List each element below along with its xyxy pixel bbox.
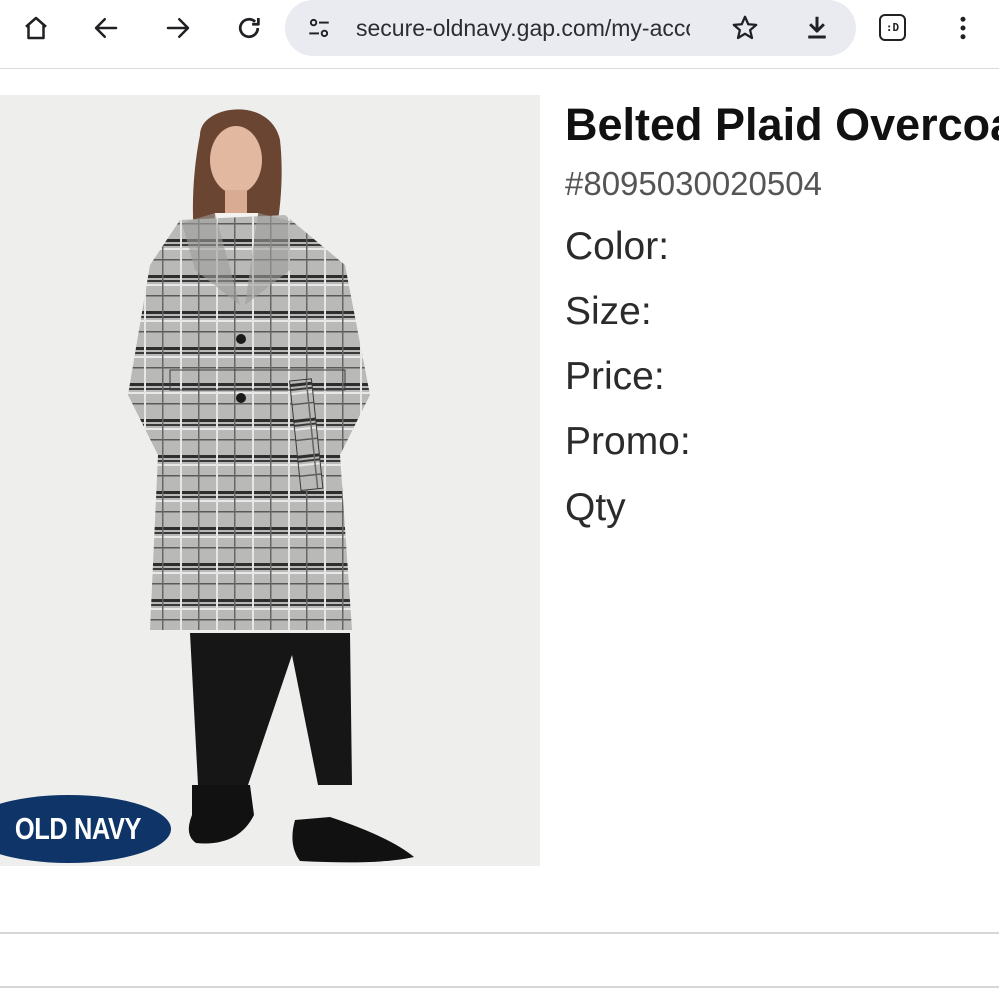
site-settings-button[interactable] (305, 14, 333, 42)
omnibox[interactable]: secure-oldnavy.gap.com/my-account (285, 0, 856, 56)
brand-logo-text: OLD NAVY (14, 811, 141, 846)
bookmark-button[interactable] (723, 6, 767, 50)
promo-label: Promo: (565, 420, 691, 463)
product-sku: #8095030020504 (565, 165, 822, 202)
home-button[interactable] (14, 6, 58, 50)
home-icon (25, 16, 47, 40)
download-button[interactable] (795, 6, 839, 50)
back-button[interactable] (84, 6, 128, 50)
browser-toolbar: secure-oldnavy.gap.com/my-account :D (0, 0, 999, 69)
tab-switcher-button[interactable]: :D (879, 14, 906, 41)
tune-icon (309, 18, 329, 38)
url-text[interactable]: secure-oldnavy.gap.com/my-account (356, 12, 690, 44)
star-icon (732, 15, 758, 40)
model-illustration (128, 109, 414, 863)
arrow-left-icon (94, 18, 118, 38)
section-divider (0, 932, 999, 934)
tab-switcher-icon: :D (885, 21, 900, 34)
reload-button[interactable] (227, 6, 271, 50)
arrow-right-icon (166, 18, 190, 38)
qty-label: Qty (565, 486, 626, 529)
menu-button[interactable] (941, 6, 985, 50)
download-icon (808, 16, 826, 39)
color-label: Color: (565, 225, 670, 268)
product-title: Belted Plaid Overcoat (565, 99, 999, 150)
page-content: OLD NAVY Belted Plaid Overcoat #80950300… (0, 69, 999, 1000)
size-label: Size: (565, 290, 652, 333)
more-vert-icon (960, 16, 966, 40)
reload-icon (238, 17, 260, 39)
product-image[interactable]: OLD NAVY (0, 95, 540, 866)
section-divider (0, 986, 999, 988)
price-label: Price: (565, 355, 665, 398)
forward-button[interactable] (156, 6, 200, 50)
